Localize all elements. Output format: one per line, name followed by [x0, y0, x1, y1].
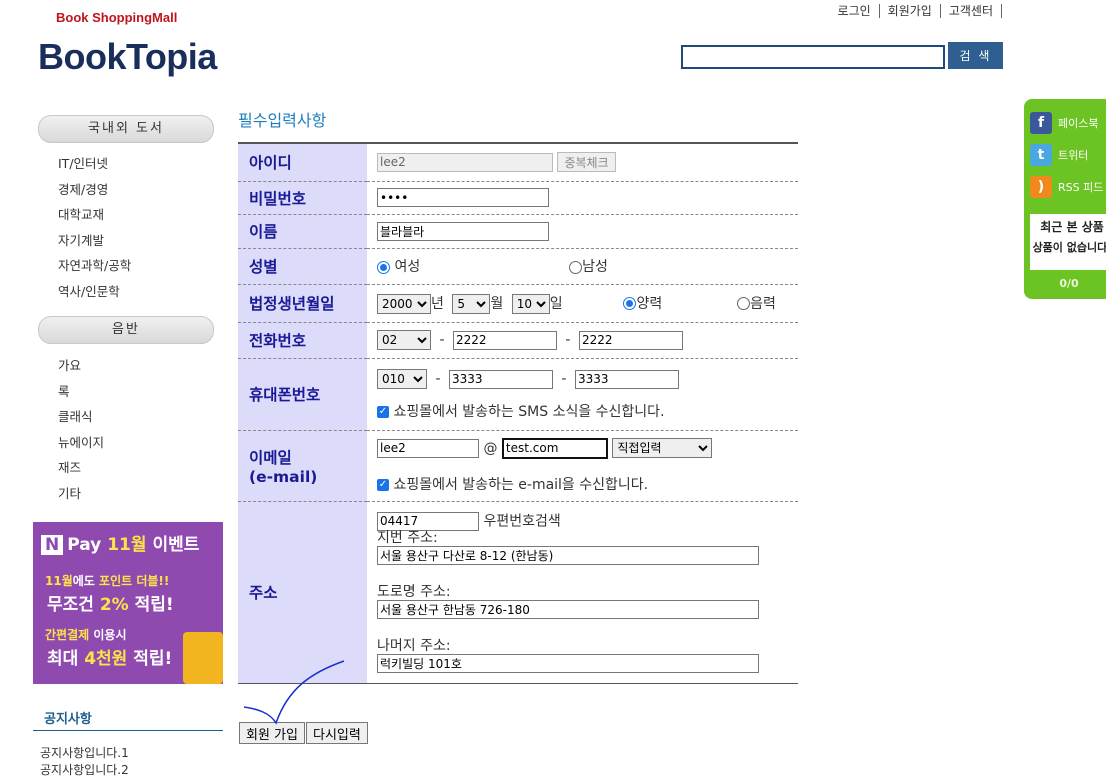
password-input[interactable]: [377, 188, 549, 207]
mobile-last-input[interactable]: [574, 369, 679, 389]
category-item[interactable]: 뉴에이지: [58, 430, 104, 456]
signup-form-table: 아이디 중복체크 비밀번호 이름 성별 여성 남성 법정생년월일 2000년 5…: [238, 142, 798, 684]
id-label: 아이디: [238, 143, 367, 182]
rss-link[interactable]: ) RSS 피드: [1030, 176, 1103, 198]
facebook-link[interactable]: f 페이스북: [1030, 112, 1098, 134]
birth-day-select[interactable]: 10: [511, 293, 550, 314]
search-button[interactable]: 검 색: [948, 42, 1003, 69]
notice-divider: [33, 730, 223, 731]
email-at-sign: @: [483, 440, 498, 456]
category-item[interactable]: 대학교재: [58, 202, 131, 228]
gender-male-label: 남성: [582, 259, 608, 275]
category-item[interactable]: 경제/경영: [58, 177, 131, 203]
id-input[interactable]: [377, 152, 553, 172]
category-item[interactable]: 자기계발: [58, 228, 131, 254]
year-unit: 년: [431, 295, 444, 312]
email-domain-select[interactable]: 직접입력: [612, 438, 713, 458]
rest-address-label: 나머지 주소:: [377, 637, 451, 654]
form-title: 필수입력사항: [238, 111, 327, 130]
email-consent-checkbox[interactable]: ✓: [377, 478, 389, 491]
recent-items-title: 최근 본 상품: [1040, 220, 1104, 234]
email-domain-input[interactable]: [501, 437, 608, 459]
gender-label: 성별: [238, 248, 367, 285]
jibun-address-input[interactable]: [377, 545, 759, 565]
category-books-header[interactable]: 국내외 도서: [38, 115, 214, 143]
rss-icon: ): [1030, 176, 1052, 198]
banner-line3: 무조건 2% 적립!: [47, 595, 174, 615]
category-item[interactable]: 가요: [58, 353, 104, 379]
recent-items-box: 최근 본 상품 상품이 없습니다.: [1030, 214, 1106, 270]
calendar-lunar-label: 음력: [750, 295, 776, 312]
gift-box-icon: [183, 632, 223, 684]
sms-consent-checkbox[interactable]: ✓: [377, 406, 389, 418]
road-address-label: 도로명 주소:: [377, 583, 451, 600]
recent-items-count: 0/0: [1059, 277, 1079, 290]
category-books-list: IT/인터넷 경제/경영 대학교재 자기계발 자연과학/공학 역사/인문학: [58, 151, 131, 304]
category-music-header[interactable]: 음반: [38, 316, 214, 344]
notice-item[interactable]: 공지사항입니다.2: [40, 761, 129, 778]
email-consent-label: 쇼핑몰에서 발송하는 e-mail을 수신합니다.: [393, 476, 649, 493]
notice-item[interactable]: 공지사항입니다.1: [40, 744, 129, 761]
name-input[interactable]: [377, 221, 549, 241]
quick-side-panel: f 페이스북 t 트위터 ) RSS 피드 최근 본 상품 상품이 없습니다. …: [1024, 99, 1106, 299]
category-item[interactable]: 재즈: [58, 455, 104, 481]
search-input[interactable]: [681, 45, 945, 69]
gender-female-label: 여성: [394, 259, 421, 275]
month-unit: 월: [490, 295, 504, 312]
event-banner[interactable]: N Pay 11월 이벤트 11월에도 포인트 더블!! 무조건 2% 적립! 간…: [33, 522, 223, 684]
banner-line2: 11월에도 포인트 더블!!: [45, 574, 170, 588]
mobile-prefix-select[interactable]: 010: [377, 369, 427, 389]
name-label: 이름: [238, 214, 367, 249]
rest-address-input[interactable]: [377, 653, 759, 673]
gender-male-radio[interactable]: [569, 260, 583, 274]
nav-support-link[interactable]: 고객센터: [941, 4, 1002, 18]
twitter-icon: t: [1030, 144, 1052, 166]
category-item[interactable]: 록: [58, 379, 104, 405]
recent-items-empty: 상품이 없습니다.: [1032, 241, 1106, 254]
birth-year-select[interactable]: 2000: [377, 293, 431, 314]
calendar-solar-radio[interactable]: [623, 297, 637, 310]
twitter-link[interactable]: t 트위터: [1030, 144, 1088, 166]
category-item[interactable]: 역사/인문학: [58, 279, 131, 305]
email-label: 이메일 (e-mail): [238, 430, 367, 502]
nav-signup-link[interactable]: 회원가입: [880, 4, 941, 18]
email-id-input[interactable]: [377, 438, 479, 458]
site-logo[interactable]: BookTopia: [38, 36, 217, 78]
phone-mid-input[interactable]: [452, 330, 557, 350]
phone-prefix-select[interactable]: 02: [377, 330, 431, 350]
mobile-mid-input[interactable]: [448, 369, 553, 389]
gender-female-radio[interactable]: [377, 260, 390, 274]
category-item[interactable]: 클래식: [58, 404, 104, 430]
sms-consent-label: 쇼핑몰에서 발송하는 SMS 소식을 수신합니다.: [393, 404, 665, 420]
top-nav: 로그인 회원가입 고객센터: [830, 4, 1002, 18]
zipcode-input[interactable]: [377, 511, 479, 531]
banner-line4: 간편결제 이용시: [45, 628, 127, 642]
nav-login-link[interactable]: 로그인: [830, 4, 880, 18]
calendar-lunar-radio[interactable]: [737, 297, 751, 310]
birth-month-select[interactable]: 5: [452, 293, 491, 314]
banner-headline: N Pay 11월 이벤트: [41, 530, 199, 555]
category-item[interactable]: 자연과학/공학: [58, 253, 131, 279]
password-label: 비밀번호: [238, 181, 367, 215]
phone-last-input[interactable]: [578, 330, 683, 350]
category-item[interactable]: IT/인터넷: [58, 151, 131, 177]
duplicate-check-button[interactable]: 중복체크: [557, 152, 616, 173]
calendar-solar-label: 양력: [636, 295, 663, 312]
zipcode-search-link[interactable]: 우편번호검색: [483, 513, 560, 529]
naver-pay-logo: N: [41, 535, 64, 555]
site-subtitle: Book ShoppingMall: [56, 10, 178, 25]
banner-line5: 최대 4천원 적립!: [47, 649, 173, 669]
category-item[interactable]: 기타: [58, 481, 104, 507]
jibun-address-label: 지번 주소:: [377, 529, 438, 546]
birth-label: 법정생년월일: [238, 284, 367, 323]
pen-annotation-arrow: [243, 660, 345, 725]
mobile-label: 휴대폰번호: [238, 358, 367, 431]
facebook-icon: f: [1030, 112, 1052, 134]
day-unit: 일: [549, 295, 563, 312]
phone-label: 전화번호: [238, 322, 367, 359]
category-music-list: 가요 록 클래식 뉴에이지 재즈 기타: [58, 353, 104, 506]
notice-title[interactable]: 공지사항: [44, 708, 92, 727]
road-address-input[interactable]: [377, 599, 759, 619]
